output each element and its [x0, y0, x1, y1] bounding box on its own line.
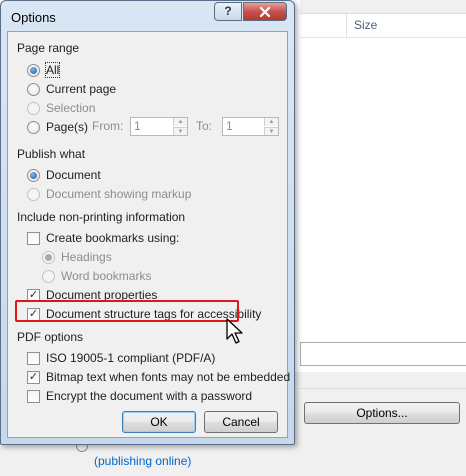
- spin-down-icon: ▼: [173, 127, 187, 135]
- close-icon: [259, 6, 271, 18]
- bitmap-option[interactable]: ✓ Bitmap text when fonts may not be embe…: [27, 369, 290, 385]
- encrypt-option[interactable]: Encrypt the document with a password: [27, 388, 252, 404]
- file-list-header: [300, 14, 466, 38]
- document-properties-label[interactable]: Document properties: [46, 288, 157, 302]
- selection-label: Selection: [46, 101, 96, 115]
- all-radio[interactable]: [27, 63, 40, 77]
- current-page-radio[interactable]: [27, 82, 40, 96]
- document-markup-radio: [27, 187, 40, 201]
- pages-label[interactable]: Page(s): [46, 120, 88, 134]
- create-bookmarks-checkbox[interactable]: [27, 231, 40, 245]
- file-list[interactable]: [300, 38, 466, 338]
- publishing-online-link[interactable]: (publishing online): [94, 454, 191, 468]
- options-button[interactable]: Options...: [304, 402, 460, 424]
- bitmap-checkbox[interactable]: ✓: [27, 370, 40, 384]
- create-bookmarks-label[interactable]: Create bookmarks using:: [46, 231, 179, 245]
- headings-option: Headings: [42, 249, 112, 265]
- current-page-label[interactable]: Current page: [46, 82, 116, 96]
- non-printing-heading: Include non-printing information: [17, 210, 186, 224]
- word-bookmarks-label: Word bookmarks: [61, 269, 152, 283]
- close-button[interactable]: [243, 2, 287, 21]
- all-option[interactable]: All: [27, 62, 61, 78]
- pdf-options-heading: PDF options: [17, 330, 84, 344]
- iso-checkbox[interactable]: [27, 351, 40, 365]
- pages-option[interactable]: Page(s): [27, 119, 88, 135]
- title-bar[interactable]: Options ?: [1, 1, 294, 31]
- page-range-heading: Page range: [17, 41, 80, 55]
- publish-what-heading: Publish what: [17, 147, 86, 161]
- to-label: To:: [196, 119, 213, 133]
- pages-radio[interactable]: [27, 120, 40, 134]
- mouse-cursor-icon: [226, 318, 243, 344]
- all-label[interactable]: All: [44, 62, 61, 78]
- column-separator[interactable]: [346, 14, 347, 38]
- document-markup-label: Document showing markup: [46, 187, 192, 201]
- structure-tags-checkbox[interactable]: ✓: [27, 307, 40, 321]
- encrypt-checkbox[interactable]: [27, 389, 40, 403]
- spin-up-icon: ▲: [264, 118, 278, 126]
- from-value: 1: [134, 119, 141, 133]
- filename-field[interactable]: [300, 342, 466, 366]
- cancel-button[interactable]: Cancel: [204, 411, 278, 433]
- spin-down-icon: ▼: [264, 127, 278, 135]
- document-properties-checkbox[interactable]: ✓: [27, 288, 40, 302]
- ok-button[interactable]: OK: [122, 411, 196, 433]
- divider: [300, 388, 466, 389]
- document-markup-option: Document showing markup: [27, 186, 191, 202]
- encrypt-label[interactable]: Encrypt the document with a password: [46, 389, 252, 403]
- iso-label[interactable]: ISO 19005-1 compliant (PDF/A): [46, 351, 215, 365]
- create-bookmarks-option[interactable]: Create bookmarks using:: [27, 230, 179, 246]
- headings-label: Headings: [61, 250, 112, 264]
- document-properties-option[interactable]: ✓ Document properties: [27, 287, 157, 303]
- parent-toolbar-strip: [300, 0, 466, 14]
- options-dialog: Options ? Page range All Current page Se…: [0, 0, 295, 445]
- dialog-body: Page range All Current page Selection Pa…: [7, 31, 290, 438]
- help-icon: ?: [224, 4, 232, 18]
- current-page-option[interactable]: Current page: [27, 81, 116, 97]
- to-value: 1: [226, 119, 233, 133]
- bitmap-label[interactable]: Bitmap text when fonts may not be embedd…: [46, 370, 290, 384]
- document-label[interactable]: Document: [46, 168, 101, 182]
- word-bookmarks-radio: [42, 269, 55, 283]
- size-column-header[interactable]: Size: [354, 18, 377, 32]
- from-label: From:: [92, 119, 124, 133]
- selection-option: Selection: [27, 100, 95, 116]
- headings-radio: [42, 250, 55, 264]
- selection-radio: [27, 101, 40, 115]
- iso-option[interactable]: ISO 19005-1 compliant (PDF/A): [27, 350, 215, 366]
- dialog-title: Options: [11, 10, 56, 25]
- to-spinner: 1 ▲ ▼: [222, 117, 279, 136]
- help-button[interactable]: ?: [214, 2, 242, 21]
- from-spinner: 1 ▲ ▼: [130, 117, 188, 136]
- document-radio[interactable]: [27, 168, 40, 182]
- document-option[interactable]: Document: [27, 167, 101, 183]
- word-bookmarks-option: Word bookmarks: [42, 268, 151, 284]
- spin-up-icon: ▲: [173, 118, 187, 126]
